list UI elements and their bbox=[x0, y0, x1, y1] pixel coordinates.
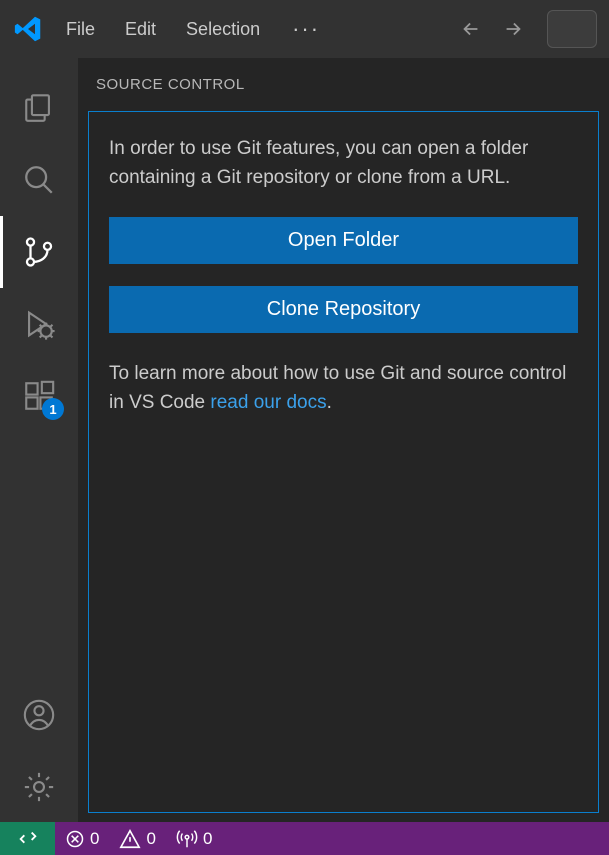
learn-more-suffix: . bbox=[327, 392, 332, 413]
settings-gear-icon[interactable] bbox=[0, 751, 78, 823]
title-bar: File Edit Selection ··· bbox=[0, 0, 609, 58]
menu-overflow-icon[interactable]: ··· bbox=[282, 16, 330, 42]
extensions-badge: 1 bbox=[42, 398, 64, 420]
sidebar-panel: SOURCE CONTROL In order to use Git featu… bbox=[78, 58, 609, 823]
learn-more-text: To learn more about how to use Git and s… bbox=[109, 359, 578, 418]
warning-count: 0 bbox=[146, 829, 155, 849]
menu-selection[interactable]: Selection bbox=[176, 15, 270, 44]
menu-edit[interactable]: Edit bbox=[115, 15, 166, 44]
radio-tower-icon bbox=[176, 828, 198, 850]
git-info-text: In order to use Git features, you can op… bbox=[109, 134, 578, 193]
status-warnings[interactable]: 0 bbox=[109, 822, 165, 855]
nav-back-icon[interactable] bbox=[457, 15, 485, 43]
search-icon[interactable] bbox=[0, 144, 78, 216]
menu-bar: File Edit Selection bbox=[56, 15, 270, 44]
command-center-search[interactable] bbox=[547, 10, 597, 48]
warning-icon bbox=[119, 828, 141, 850]
ports-count: 0 bbox=[203, 829, 212, 849]
activity-bar: 1 bbox=[0, 58, 78, 823]
status-ports[interactable]: 0 bbox=[166, 822, 222, 855]
status-errors[interactable]: 0 bbox=[55, 822, 109, 855]
menu-file[interactable]: File bbox=[56, 15, 105, 44]
remote-indicator[interactable] bbox=[0, 822, 55, 855]
read-docs-link[interactable]: read our docs bbox=[210, 392, 326, 413]
accounts-icon[interactable] bbox=[0, 679, 78, 751]
source-control-icon[interactable] bbox=[0, 216, 78, 288]
extensions-icon[interactable]: 1 bbox=[0, 360, 78, 432]
error-icon bbox=[65, 829, 85, 849]
clone-repository-button[interactable]: Clone Repository bbox=[109, 286, 578, 333]
error-count: 0 bbox=[90, 829, 99, 849]
explorer-icon[interactable] bbox=[0, 72, 78, 144]
status-bar: 0 0 0 bbox=[0, 822, 609, 855]
nav-forward-icon[interactable] bbox=[499, 15, 527, 43]
learn-more-prefix: To learn more about how to use Git and s… bbox=[109, 363, 566, 413]
run-debug-icon[interactable] bbox=[0, 288, 78, 360]
sidebar-title: SOURCE CONTROL bbox=[88, 58, 599, 111]
vscode-logo-icon bbox=[12, 13, 44, 45]
open-folder-button[interactable]: Open Folder bbox=[109, 217, 578, 264]
source-control-view: In order to use Git features, you can op… bbox=[88, 111, 599, 813]
